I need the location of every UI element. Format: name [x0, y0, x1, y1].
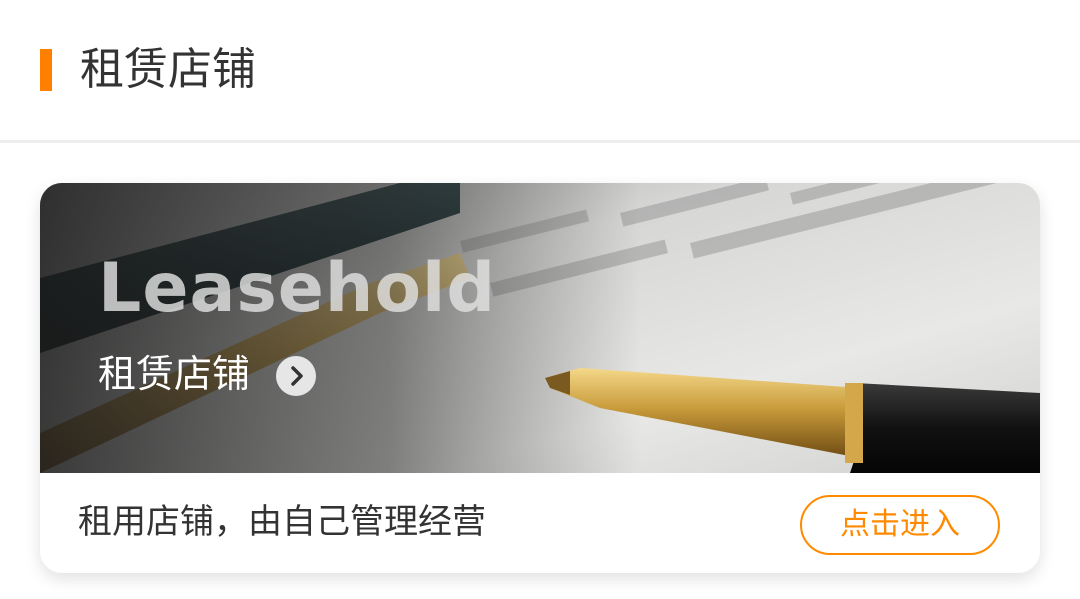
banner-subtitle: 租赁店铺	[98, 352, 251, 396]
chevron-right-icon[interactable]	[276, 356, 316, 396]
banner-title: Leasehold	[98, 249, 497, 328]
page-header: 租赁店铺	[0, 0, 1080, 140]
banner-image[interactable]: Leasehold 租赁店铺	[40, 183, 1040, 473]
leasehold-card[interactable]: Leasehold 租赁店铺 租用店铺，由自己管理经营 点击进入	[40, 183, 1040, 573]
enter-button[interactable]: 点击进入	[800, 495, 1000, 555]
title-accent-bar	[40, 49, 52, 91]
page-title: 租赁店铺	[80, 44, 256, 95]
header-divider	[0, 140, 1080, 143]
card-footer: 租用店铺，由自己管理经营 点击进入	[40, 473, 1040, 573]
card-description: 租用店铺，由自己管理经营	[78, 502, 486, 542]
